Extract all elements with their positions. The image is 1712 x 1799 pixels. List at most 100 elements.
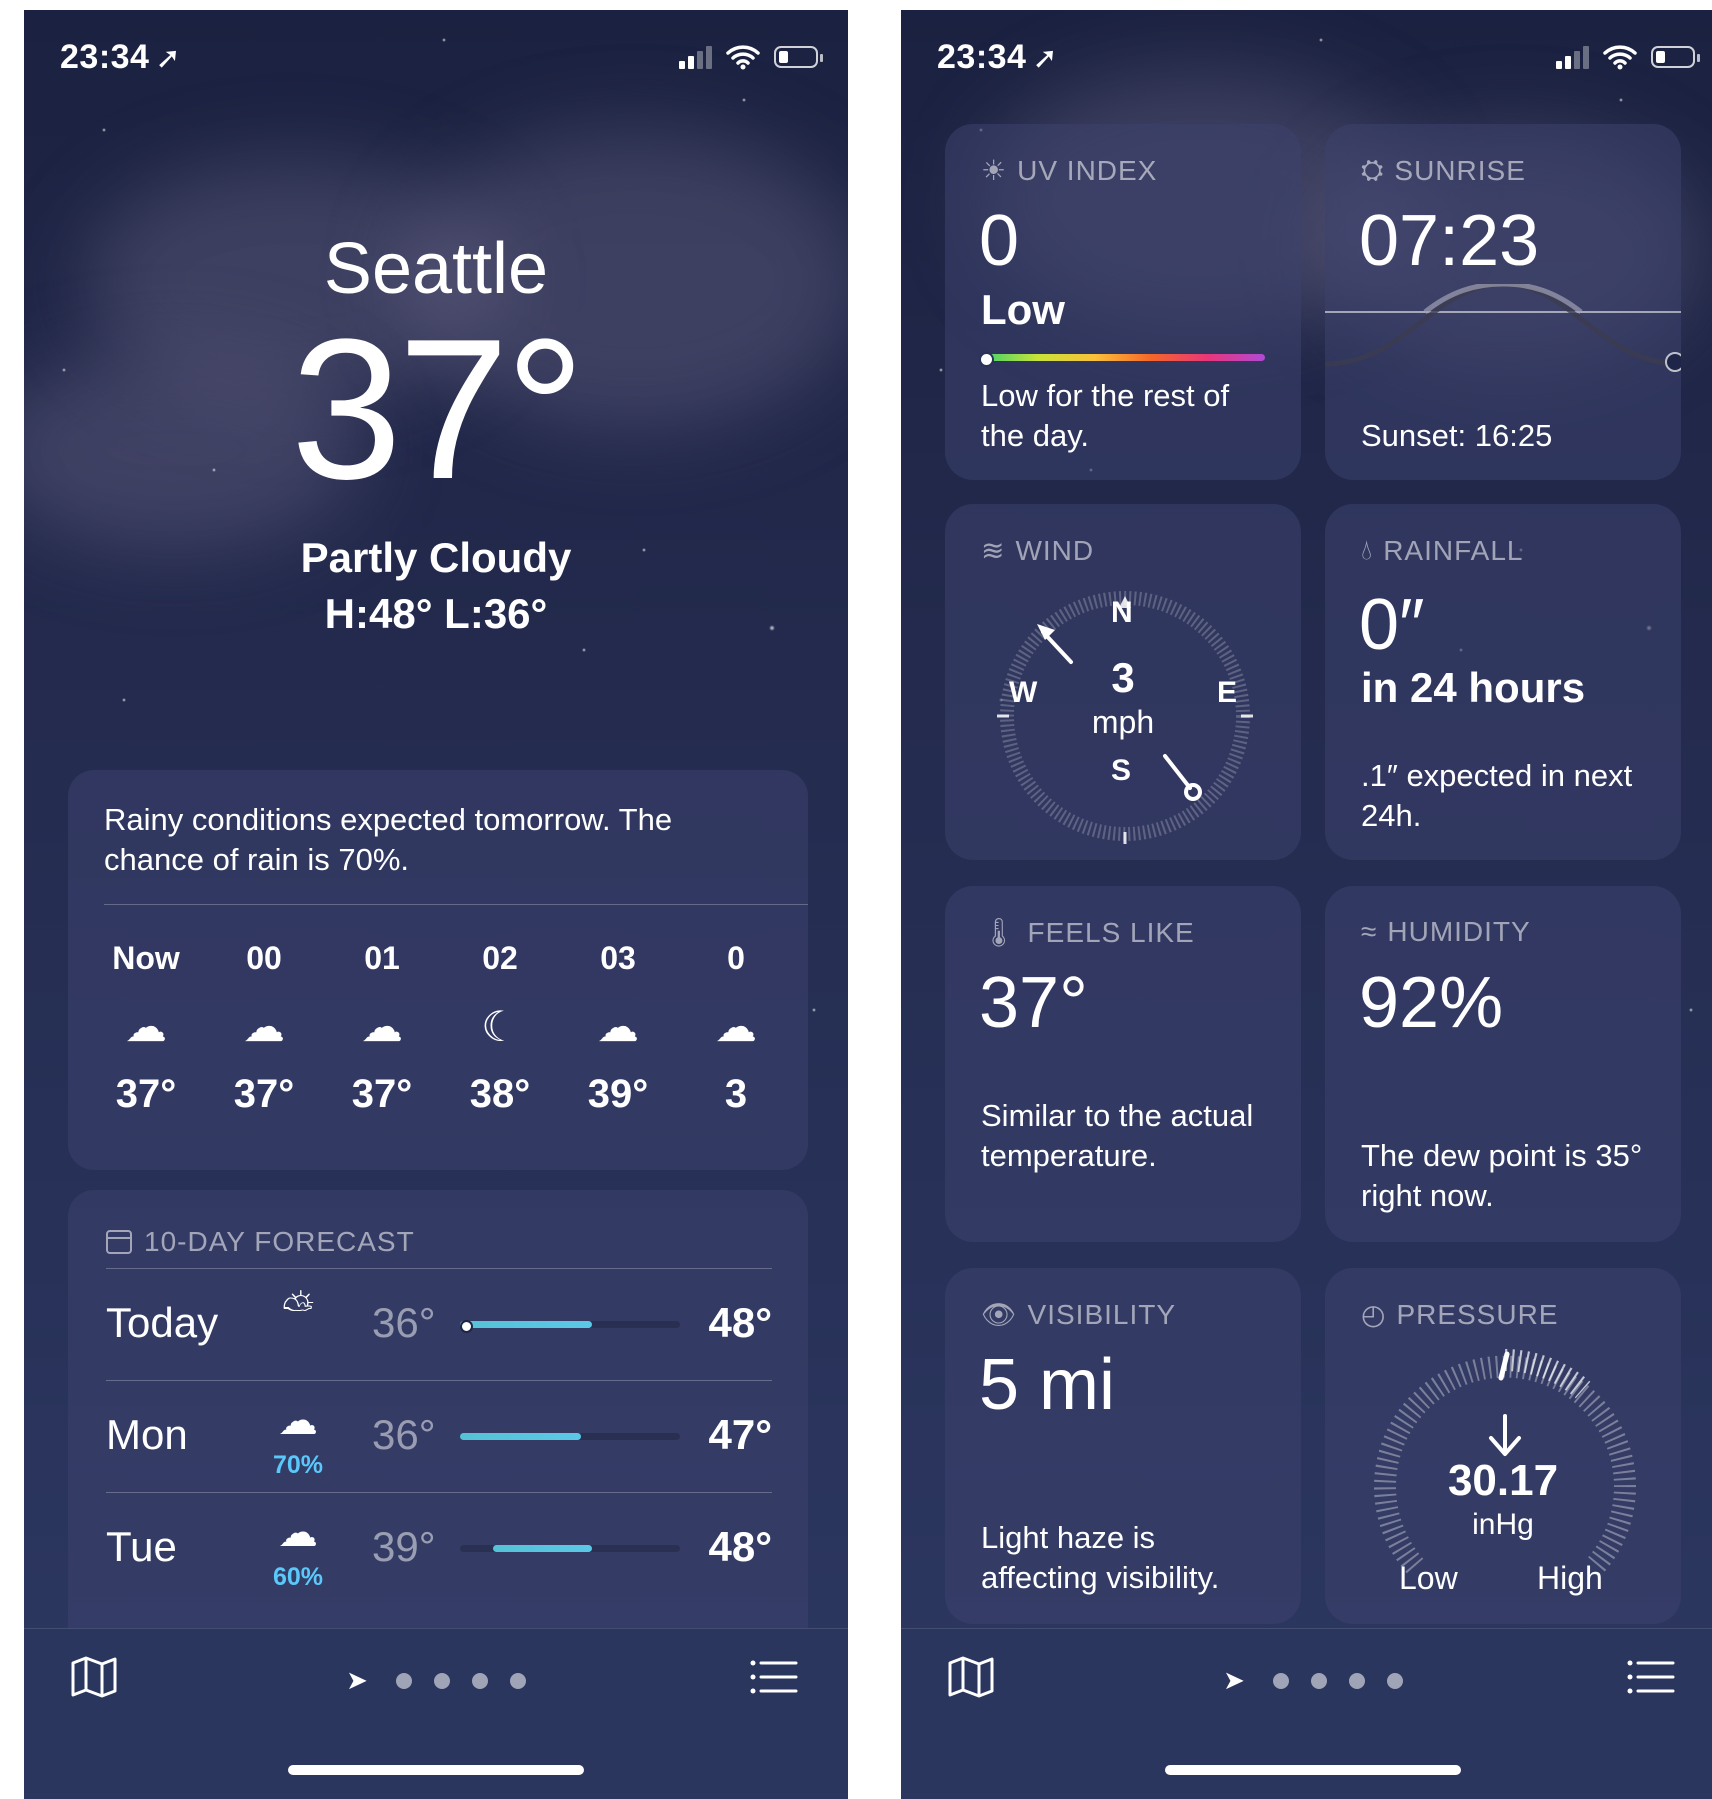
sun-icon: ☀ bbox=[981, 155, 1008, 186]
hour-temp: 37° bbox=[115, 1072, 177, 1116]
sunrise-icon: ⛭ bbox=[1361, 154, 1385, 185]
page-dot[interactable] bbox=[1272, 1672, 1289, 1689]
hourly-item: 03 ☁︎ 39° bbox=[568, 940, 668, 1117]
rainfall-note: .1″ expected in next 24h. bbox=[1361, 758, 1633, 833]
wind-icon: ≋ bbox=[981, 535, 1006, 566]
status-bar: 23:34 ➚ bbox=[24, 10, 848, 106]
list-icon[interactable] bbox=[1627, 1659, 1675, 1695]
page-indicator[interactable]: ➤ bbox=[24, 1665, 848, 1696]
precip-chance: 60% bbox=[272, 1563, 324, 1591]
hourly-summary: Rainy conditions expected tomorrow. The … bbox=[104, 802, 673, 877]
cloud-moon-icon: ☁︎ bbox=[715, 1002, 757, 1050]
page-dot[interactable] bbox=[1348, 1672, 1365, 1689]
home-indicator[interactable] bbox=[1165, 1765, 1461, 1775]
hourly-item: 01 ☁︎ 37° bbox=[332, 940, 432, 1117]
tile-title: RAINFALL bbox=[1383, 534, 1524, 566]
forecast-title: 10-DAY FORECAST bbox=[144, 1226, 415, 1257]
tile-title: VISIBILITY bbox=[1027, 1298, 1177, 1330]
location-arrow-icon[interactable]: ➤ bbox=[346, 1665, 368, 1696]
list-icon[interactable] bbox=[750, 1659, 798, 1695]
hourly-scroll[interactable]: Now ☁︎ 37° 00 ☁︎ 37° 01 ☁︎ 37° 02 ☾ 38° 03 ☁︎ 39° 0 ☁︎ 3 bbox=[96, 940, 808, 1160]
pressure-value: 30.17 bbox=[1447, 1456, 1559, 1505]
current-condition: Partly Cloudy bbox=[300, 534, 572, 581]
raindrop-icon: 💧︎ bbox=[1361, 534, 1374, 565]
cellular-signal-icon bbox=[679, 45, 712, 69]
current-temp-dot bbox=[460, 1320, 473, 1333]
page-dot[interactable] bbox=[1310, 1672, 1327, 1689]
hour-label: 03 bbox=[600, 940, 636, 976]
forecast-header: 10-DAY FORECAST bbox=[106, 1226, 415, 1258]
hourly-item: 02 ☾ 38° bbox=[450, 940, 550, 1117]
location-arrow-icon[interactable]: ➤ bbox=[1223, 1665, 1245, 1696]
rainfall-period: in 24 hours bbox=[1361, 664, 1586, 711]
page-dot[interactable] bbox=[1386, 1672, 1403, 1689]
wind-unit: mph bbox=[1091, 704, 1155, 740]
weather-main-screen: 23:34 ➚ Seattle 37° Partly Cloudy H:48° L… bbox=[24, 10, 848, 1799]
page-dot[interactable] bbox=[509, 1672, 526, 1689]
hour-label: 02 bbox=[482, 940, 518, 976]
page-dot[interactable] bbox=[395, 1672, 412, 1689]
page-dot[interactable] bbox=[471, 1672, 488, 1689]
hourly-item: 00 ☁︎ 37° bbox=[214, 940, 314, 1117]
pressure-tile[interactable]: ◴ PRESSURE 30.17 inHg Low High bbox=[1325, 1268, 1681, 1624]
visibility-value: 5 mi bbox=[979, 1345, 1116, 1425]
home-indicator[interactable] bbox=[288, 1765, 584, 1775]
hourly-forecast-card[interactable]: Rainy conditions expected tomorrow. The … bbox=[68, 770, 808, 1170]
hour-temp: 38° bbox=[469, 1072, 531, 1116]
humidity-tile[interactable]: ≈ HUMIDITY 92% The dew point is 35° right… bbox=[1325, 886, 1681, 1242]
moon-stars-icon: ☾ bbox=[481, 1002, 519, 1050]
bottom-toolbar: ➤ bbox=[24, 1628, 848, 1799]
tile-title: UV INDEX bbox=[1017, 154, 1158, 186]
sunrise-time: 07:23 bbox=[1359, 201, 1540, 281]
status-time-text: 23:34 bbox=[937, 38, 1027, 76]
page-indicator[interactable]: ➤ bbox=[901, 1665, 1712, 1696]
cellular-signal-icon bbox=[1556, 45, 1589, 69]
forecast-row[interactable]: Today ⛅︎ 36° 48° bbox=[106, 1268, 772, 1379]
sunrise-tile[interactable]: ⛭ SUNRISE 07:23 Sunset: 16:25 bbox=[1325, 124, 1681, 480]
forecast-row[interactable]: Tue ☁︎ 60% 39° 48° bbox=[106, 1492, 772, 1603]
wifi-icon bbox=[726, 45, 760, 70]
hourly-item: 0 ☁︎ 3 bbox=[686, 940, 786, 1117]
page-dot[interactable] bbox=[433, 1672, 450, 1689]
hour-temp: 39° bbox=[587, 1072, 649, 1116]
humidity-icon: ≈ bbox=[1361, 916, 1378, 947]
forecast-high: 48° bbox=[708, 1523, 772, 1570]
weather-details-screen: 23:34 ➚ ☀ UV INDEX 0 Low Low for the rest … bbox=[901, 10, 1712, 1799]
temp-range-track bbox=[460, 1320, 680, 1333]
uv-indicator bbox=[979, 352, 994, 367]
temp-range-track bbox=[460, 1545, 680, 1552]
hour-label: 00 bbox=[246, 940, 282, 976]
hour-label: 01 bbox=[364, 940, 400, 976]
feels-like-note: Similar to the actual temperature. bbox=[981, 1098, 1254, 1173]
precip-chance: 70% bbox=[272, 1451, 324, 1479]
tile-title: WIND bbox=[1015, 534, 1095, 566]
wind-tile[interactable]: ≋ WIND N S W E 3 mph bbox=[945, 504, 1301, 860]
location-arrow-icon: ➚ bbox=[155, 42, 182, 75]
cloud-moon-icon: ☁︎ bbox=[243, 1002, 285, 1050]
divider bbox=[104, 904, 808, 905]
temp-range-bar bbox=[493, 1545, 592, 1552]
visibility-tile[interactable]: 👁︎ VISIBILITY 5 mi Light haze is affectin… bbox=[945, 1268, 1301, 1624]
rainfall-value: 0″ bbox=[1359, 585, 1425, 665]
battery-icon bbox=[774, 46, 823, 68]
forecast-low: 36° bbox=[372, 1411, 436, 1458]
hour-temp: 3 bbox=[724, 1072, 748, 1116]
cloud-moon-icon: ☁︎ bbox=[361, 1002, 403, 1050]
rainfall-tile[interactable]: 💧︎ RAINFALL 0″ in 24 hours .1″ expected i… bbox=[1325, 504, 1681, 860]
feels-like-tile[interactable]: 🌡︎ FEELS LIKE 37° Similar to the actual t… bbox=[945, 886, 1301, 1242]
cloud-rain-icon: ☁︎ bbox=[278, 1511, 318, 1555]
compass-south: S bbox=[1111, 754, 1132, 787]
hour-temp: 37° bbox=[351, 1072, 413, 1116]
feels-like-value: 37° bbox=[979, 963, 1088, 1043]
sunset-time: Sunset: 16:25 bbox=[1361, 418, 1553, 453]
hourly-item: Now ☁︎ 37° bbox=[96, 940, 196, 1117]
humidity-note: The dew point is 35° right now. bbox=[1361, 1138, 1643, 1213]
uv-index-tile[interactable]: ☀ UV INDEX 0 Low Low for the rest of the … bbox=[945, 124, 1301, 480]
uv-scale-bar bbox=[981, 354, 1265, 361]
status-time-text: 23:34 bbox=[60, 38, 150, 76]
tile-title: SUNRISE bbox=[1394, 154, 1526, 186]
forecast-day: Today bbox=[106, 1299, 219, 1346]
forecast-row[interactable]: Mon ☁︎ 70% 36° 47° bbox=[106, 1380, 772, 1491]
bottom-toolbar: ➤ bbox=[901, 1628, 1712, 1799]
temp-range-track bbox=[460, 1433, 680, 1440]
